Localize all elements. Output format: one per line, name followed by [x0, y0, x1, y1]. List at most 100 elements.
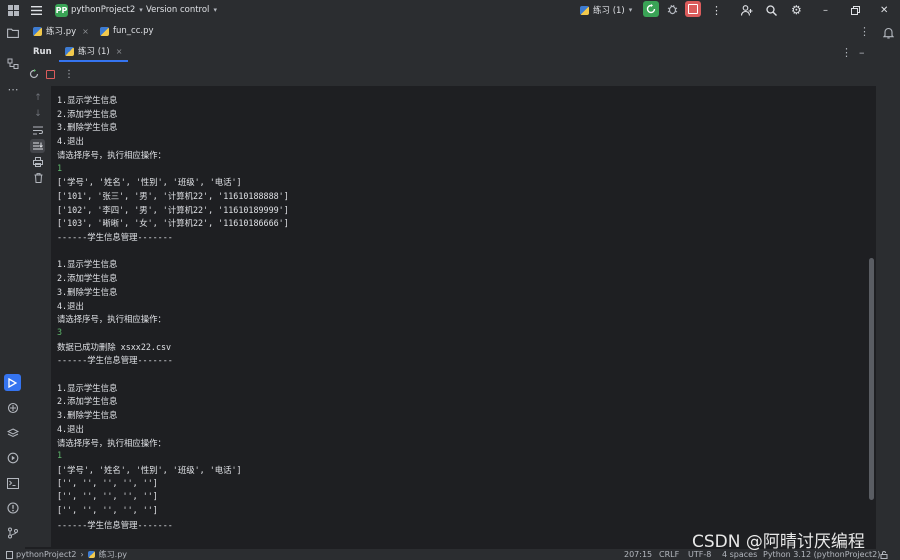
console-line: ['', '', '', '', '']	[57, 477, 158, 488]
hide-panel-icon[interactable]: –	[859, 42, 865, 62]
console-line: 3.删除学生信息	[57, 286, 118, 297]
add-user-icon[interactable]	[741, 0, 753, 20]
stop-button[interactable]	[685, 1, 701, 17]
minimize-icon[interactable]: –	[823, 0, 828, 20]
console-line: ['', '', '', '', '']	[57, 505, 158, 515]
debug-button[interactable]	[664, 1, 680, 17]
gear-icon[interactable]: ⚙	[791, 0, 802, 20]
console-line: 2.添加学生信息	[57, 396, 118, 407]
run-tab[interactable]: 练习 (1) ×	[59, 42, 129, 62]
print-icon[interactable]	[31, 156, 45, 168]
project-name: pythonProject2	[71, 5, 136, 15]
chevron-down-icon: ▾	[139, 6, 143, 14]
python-file-icon	[87, 551, 95, 558]
restore-icon[interactable]	[851, 0, 860, 20]
breadcrumb-project: pythonProject2	[16, 550, 77, 559]
breadcrumb-file: 练习.py	[98, 550, 128, 559]
run-panel-header: Run 练习 (1) × ⋮ –	[25, 42, 876, 62]
left-toolbar: ⋯	[0, 20, 26, 549]
line-separator[interactable]: CRLF	[659, 549, 679, 560]
more-icon[interactable]: ⋮	[63, 68, 75, 80]
close-icon[interactable]: ✕	[880, 0, 888, 20]
close-tab-icon[interactable]: ×	[82, 27, 89, 36]
rerun-icon	[646, 4, 656, 14]
right-toolbar	[876, 20, 900, 549]
structure-icon[interactable]	[6, 57, 20, 71]
project-selector[interactable]: PP pythonProject2 ▾	[55, 0, 143, 20]
file-tab-label: 练习.py	[46, 27, 77, 37]
console-line: 4.退出	[57, 300, 84, 311]
search-icon[interactable]	[766, 0, 777, 20]
rerun-button[interactable]	[643, 1, 659, 17]
file-tab-lianxi[interactable]: 练习.py ×	[33, 20, 89, 42]
layers-icon[interactable]	[6, 426, 20, 440]
console-line: 3.删除学生信息	[57, 410, 118, 421]
run-config-selector[interactable]: 练习 (1) ▾	[580, 0, 632, 20]
console-line: 1.显示学生信息	[57, 259, 118, 270]
python-file-icon	[33, 26, 42, 36]
close-tab-icon[interactable]: ×	[116, 47, 123, 56]
more-icon[interactable]: ⋮	[711, 0, 722, 20]
more-tools-icon[interactable]: ⋯	[6, 82, 20, 96]
vcs-label: Version control	[146, 5, 210, 15]
console-input-line: 3	[57, 326, 63, 337]
run-tab-label: 练习 (1)	[78, 47, 110, 57]
caret-position[interactable]: 207:15	[624, 549, 652, 560]
vcs-selector[interactable]: Version control ▾	[146, 0, 217, 20]
console-line: 请选择序号，执行相应操作：	[57, 437, 166, 448]
project-badge: PP	[55, 3, 68, 17]
chevron-down-icon: ▾	[213, 6, 217, 14]
scroll-to-end-icon[interactable]	[30, 139, 45, 153]
lock-icon[interactable]	[880, 549, 888, 560]
python-icon	[65, 46, 74, 56]
console-input-line: 1	[57, 450, 63, 461]
console-line: 4.退出	[57, 136, 84, 147]
console-line: 数据已成功删除 xsxx22.csv	[57, 341, 172, 352]
trash-icon[interactable]	[31, 172, 45, 184]
console-line: ------学生信息管理-------	[57, 232, 173, 242]
console-line: 3.删除学生信息	[57, 122, 118, 133]
notifications-icon[interactable]	[881, 26, 895, 40]
console-line: 1.显示学生信息	[57, 95, 118, 105]
bug-icon	[667, 4, 677, 14]
console-line: ['', '', '', '', '']	[57, 491, 158, 502]
console-input-line: 1	[57, 162, 63, 173]
console-line: ------学生信息管理-------	[57, 355, 173, 366]
stop-icon[interactable]	[44, 68, 56, 80]
main-menu-icon[interactable]	[31, 0, 42, 20]
run-tool-icon[interactable]	[4, 374, 21, 391]
arrow-up-icon[interactable]: ↑	[31, 92, 45, 104]
arrow-down-icon[interactable]: ↓	[31, 108, 45, 120]
terminal-icon[interactable]	[6, 476, 20, 490]
services-icon[interactable]	[6, 451, 20, 465]
console-line: ------学生信息管理-------	[57, 519, 173, 530]
console-line: 2.添加学生信息	[57, 273, 118, 284]
watermark: CSDN @阿晴讨厌编程	[692, 532, 865, 552]
console-output[interactable]: 1.显示学生信息 2.添加学生信息 3.删除学生信息 4.退出 请选择序号，执行相应操作…	[51, 86, 876, 547]
file-tab-fun-cc[interactable]: fun_cc.py	[100, 20, 154, 42]
chevron-right-icon: ›	[80, 550, 84, 559]
console-line: 4.退出	[57, 423, 84, 434]
file-tab-label: fun_cc.py	[113, 26, 154, 36]
problems-icon[interactable]	[6, 501, 20, 515]
console-line: ['103', '晰晰', '女', '计算机22', '11610186666…	[57, 218, 289, 229]
console-line: ['101', '张三', '男', '计算机22', '11610188888…	[57, 190, 289, 201]
run-config-label: 练习 (1)	[593, 6, 625, 16]
chevron-down-icon: ▾	[628, 6, 633, 14]
project-icon	[6, 550, 13, 559]
tab-options-icon[interactable]: ⋮	[859, 20, 870, 42]
breadcrumb[interactable]: pythonProject2 › 练习.py	[6, 549, 127, 560]
run-toolbar: ⋮	[25, 62, 876, 87]
git-icon[interactable]	[6, 526, 20, 540]
soft-wrap-icon[interactable]	[31, 124, 45, 136]
run-options-icon[interactable]: ⋮	[841, 42, 852, 62]
console-line: 请选择序号，执行相应操作：	[57, 314, 166, 325]
run-panel-title: Run	[33, 47, 52, 57]
folder-icon[interactable]	[6, 26, 20, 40]
rerun-icon[interactable]	[28, 68, 40, 80]
python-packages-icon[interactable]	[6, 401, 20, 415]
console-line: ['学号', '姓名', '性别', '班级', '电话']	[57, 177, 242, 188]
title-bar: PP pythonProject2 ▾ Version control ▾ 练习…	[0, 0, 900, 20]
scrollbar[interactable]	[869, 258, 874, 500]
console-line: 1.显示学生信息	[57, 382, 118, 393]
